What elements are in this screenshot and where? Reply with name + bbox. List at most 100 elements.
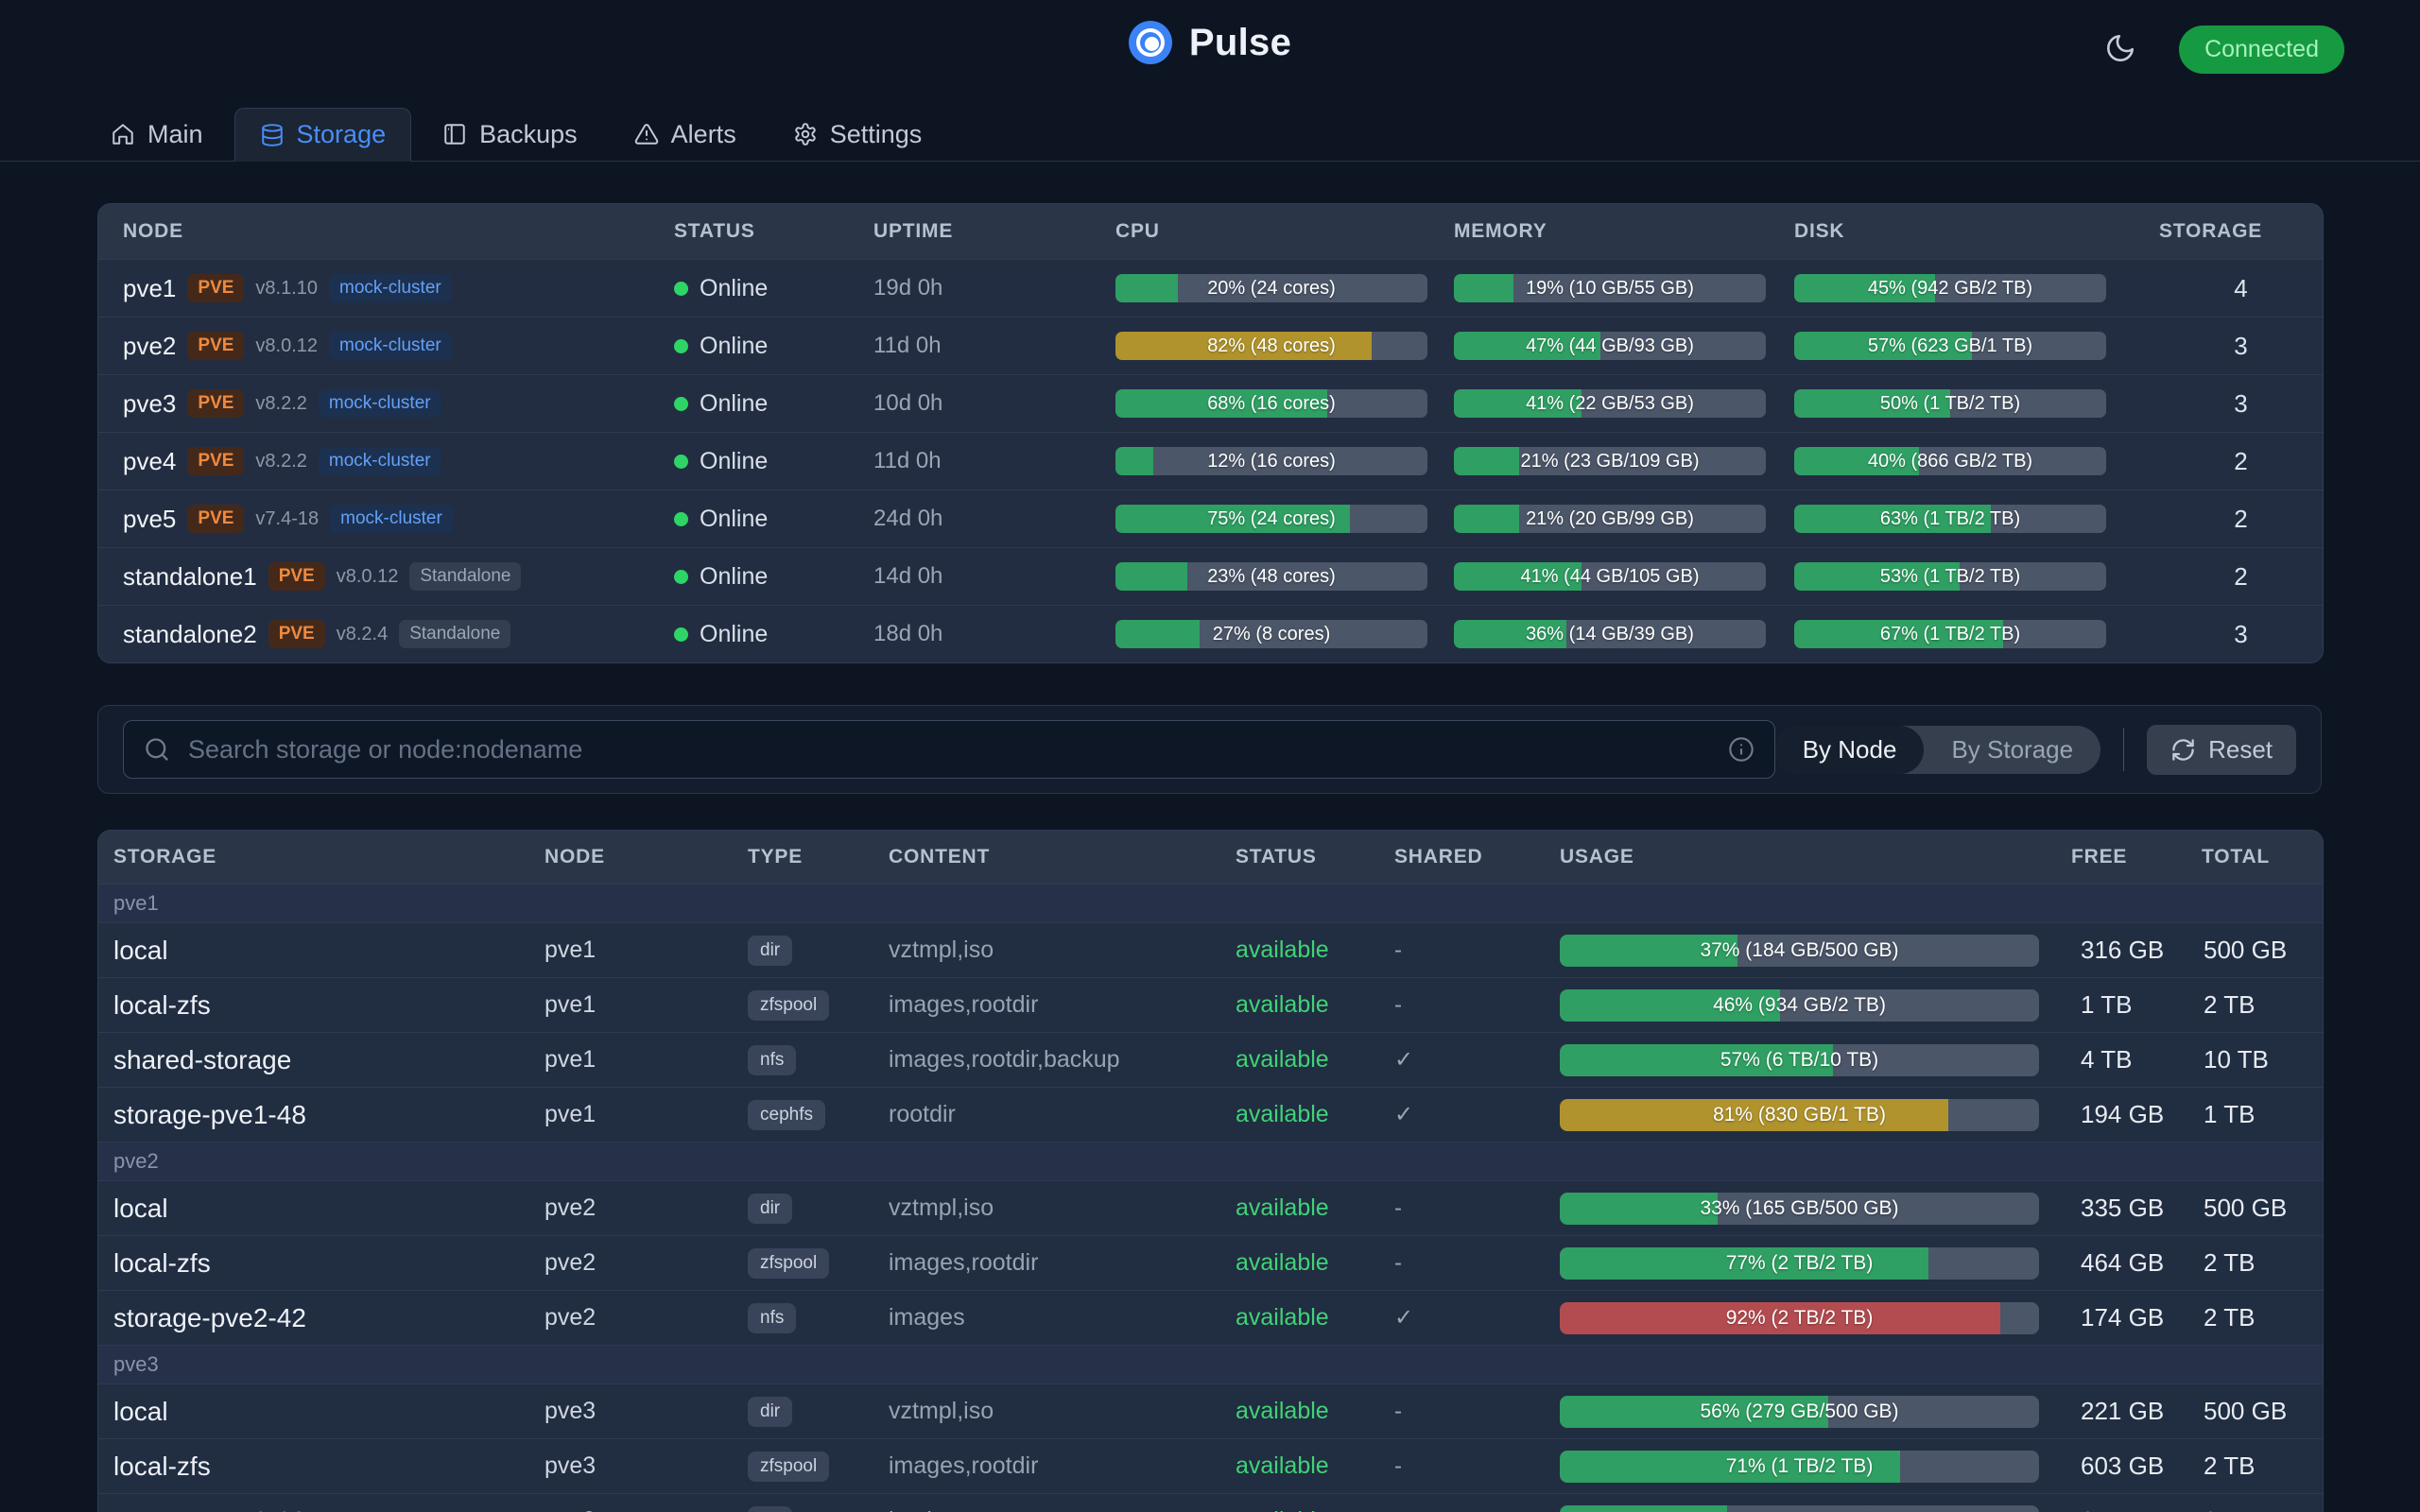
type-badge: zfspool — [748, 1452, 829, 1482]
storage-row[interactable]: storage-pve1-48pve1cephfsrootdiravailabl… — [98, 1087, 2323, 1142]
theme-toggle-button[interactable] — [2104, 32, 2136, 64]
storage-count: 4 — [2159, 274, 2323, 303]
storage-row[interactable]: storage-pve2-42pve2nfsimagesavailable✓92… — [98, 1290, 2323, 1345]
usage-bar-label: 41% (22 GB/53 GB) — [1454, 389, 1766, 418]
usage-bar-label: 36% (14 GB/39 GB) — [1454, 620, 1766, 648]
usage-bar: 36% (14 GB/39 GB) — [1454, 620, 1766, 648]
status-text: Online — [700, 390, 768, 418]
node-name: pve5 — [123, 505, 176, 534]
toggle-by-node[interactable]: By Node — [1775, 726, 1925, 774]
node-row[interactable]: standalone2PVEv8.2.4StandaloneOnline18d … — [98, 605, 2323, 662]
memory-cell: 41% (44 GB/105 GB) — [1454, 562, 1794, 591]
storage-content: images — [889, 1304, 1236, 1332]
storage-row[interactable]: local-zfspve3zfspoolimages,rootdiravaila… — [98, 1438, 2323, 1493]
nodes-table-header: NODESTATUSUPTIMECPUMEMORYDISKSTORAGE — [98, 204, 2323, 259]
column-header[interactable]: SHARED — [1394, 846, 1560, 868]
column-header[interactable]: STATUS — [674, 220, 873, 243]
node-row[interactable]: pve2PVEv8.0.12mock-clusterOnline11d 0h82… — [98, 317, 2323, 374]
gear-icon — [793, 122, 818, 146]
pve-badge: PVE — [187, 332, 244, 360]
pve-badge: PVE — [187, 505, 244, 533]
total-value: 2 TB — [2202, 1303, 2323, 1332]
storage-row[interactable]: localpve2dirvztmpl,isoavailable-33% (165… — [98, 1180, 2323, 1235]
disk-cell: 63% (1 TB/2 TB) — [1794, 505, 2159, 533]
storage-row[interactable]: localpve3dirvztmpl,isoavailable-56% (279… — [98, 1383, 2323, 1438]
usage-bar-label: 40% (866 GB/2 TB) — [1794, 447, 2106, 475]
node-row[interactable]: pve5PVEv7.4-18mock-clusterOnline24d 0h75… — [98, 490, 2323, 547]
column-header[interactable]: CONTENT — [889, 846, 1236, 868]
usage-bar-label: 63% (1 TB/2 TB) — [1794, 505, 2106, 533]
status-text: Online — [700, 563, 768, 591]
uptime: 11d 0h — [873, 448, 1115, 474]
cluster-badge: mock-cluster — [319, 447, 441, 475]
tab-main[interactable]: Main — [85, 108, 229, 161]
main-nav: MainStorageBackupsAlertsSettings — [0, 108, 2420, 162]
storage-row[interactable]: localpve1dirvztmpl,isoavailable-37% (184… — [98, 922, 2323, 977]
node-version: v8.2.2 — [255, 393, 306, 415]
free-value: 1 TB — [2071, 990, 2202, 1020]
column-header[interactable]: MEMORY — [1454, 220, 1794, 243]
storage-name: storage-pve1-48 — [98, 1100, 544, 1130]
tab-backups[interactable]: Backups — [417, 108, 603, 161]
column-header[interactable]: STORAGE — [98, 846, 544, 868]
column-header[interactable]: FREE — [2071, 846, 2202, 868]
column-header[interactable]: STORAGE — [2159, 220, 2323, 243]
cpu-cell: 75% (24 cores) — [1115, 505, 1454, 533]
column-header[interactable]: DISK — [1794, 220, 2159, 243]
tab-storage[interactable]: Storage — [234, 108, 412, 162]
storage-row[interactable]: local-zfspve2zfspoolimages,rootdiravaila… — [98, 1235, 2323, 1290]
storage-row[interactable]: shared-storagepve1nfsimages,rootdir,back… — [98, 1032, 2323, 1087]
storage-usage-cell: 77% (2 TB/2 TB) — [1560, 1247, 2071, 1280]
column-header[interactable]: NODE — [544, 846, 748, 868]
node-version: v7.4-18 — [255, 508, 319, 530]
usage-bar: 47% (44 GB/93 GB) — [1454, 332, 1766, 360]
storage-status: available — [1236, 991, 1394, 1019]
uptime: 14d 0h — [873, 563, 1115, 590]
storage-row[interactable]: local-zfspve1zfspoolimages,rootdiravaila… — [98, 977, 2323, 1032]
node-row[interactable]: pve4PVEv8.2.2mock-clusterOnline11d 0h12%… — [98, 432, 2323, 490]
cluster-badge: Standalone — [399, 620, 510, 648]
column-header[interactable]: STATUS — [1236, 846, 1394, 868]
reset-label: Reset — [2208, 735, 2273, 765]
search-input[interactable] — [123, 720, 1775, 779]
node-row[interactable]: pve3PVEv8.2.2mock-clusterOnline10d 0h68%… — [98, 374, 2323, 432]
tab-alerts[interactable]: Alerts — [609, 108, 762, 161]
column-header[interactable]: NODE — [98, 220, 674, 243]
storage-count: 3 — [2159, 389, 2323, 419]
usage-bar-label: 68% (16 cores) — [1115, 389, 1427, 418]
usage-bar-label: 33% (165 GB/500 GB) — [1560, 1193, 2039, 1225]
online-dot — [674, 627, 688, 642]
toggle-by-storage[interactable]: By Storage — [1924, 726, 2100, 774]
column-header[interactable]: USAGE — [1560, 846, 2071, 868]
type-badge: nfs — [748, 1303, 796, 1333]
storage-node: pve3 — [544, 1452, 748, 1480]
cluster-badge: Standalone — [409, 562, 521, 591]
info-icon[interactable] — [1728, 736, 1754, 763]
node-row[interactable]: pve1PVEv8.1.10mock-clusterOnline19d 0h20… — [98, 259, 2323, 317]
column-header[interactable]: UPTIME — [873, 220, 1115, 243]
usage-bar-label: 82% (48 cores) — [1115, 332, 1427, 360]
storage-status: available — [1236, 1194, 1394, 1222]
cpu-cell: 12% (16 cores) — [1115, 447, 1454, 475]
app-title: Pulse — [1189, 22, 1291, 64]
storage-usage-cell: 46% (934 GB/2 TB) — [1560, 989, 2071, 1022]
database-icon — [260, 123, 285, 147]
column-header[interactable]: TYPE — [748, 846, 889, 868]
storage-count: 2 — [2159, 447, 2323, 476]
search-toolbar: By NodeBy Storage Reset — [97, 705, 2322, 794]
storage-status: available — [1236, 1452, 1394, 1480]
memory-cell: 19% (10 GB/55 GB) — [1454, 274, 1794, 302]
usage-bar-label: 57% (6 TB/10 TB) — [1560, 1044, 2039, 1076]
online-dot — [674, 512, 688, 526]
column-header[interactable]: CPU — [1115, 220, 1454, 243]
storage-node: pve3 — [544, 1507, 748, 1512]
tab-settings[interactable]: Settings — [768, 108, 948, 161]
storage-usage-cell: 81% (830 GB/1 TB) — [1560, 1099, 2071, 1131]
storage-count: 3 — [2159, 620, 2323, 649]
storage-row[interactable]: storage-pve3-20pve3dirbackupavailable-35… — [98, 1493, 2323, 1512]
column-header[interactable]: TOTAL — [2202, 846, 2323, 868]
node-row[interactable]: standalone1PVEv8.0.12StandaloneOnline14d… — [98, 547, 2323, 605]
reset-button[interactable]: Reset — [2147, 725, 2296, 775]
storage-group-header: pve3 — [98, 1345, 2323, 1383]
storage-name: local-zfs — [98, 1452, 544, 1482]
